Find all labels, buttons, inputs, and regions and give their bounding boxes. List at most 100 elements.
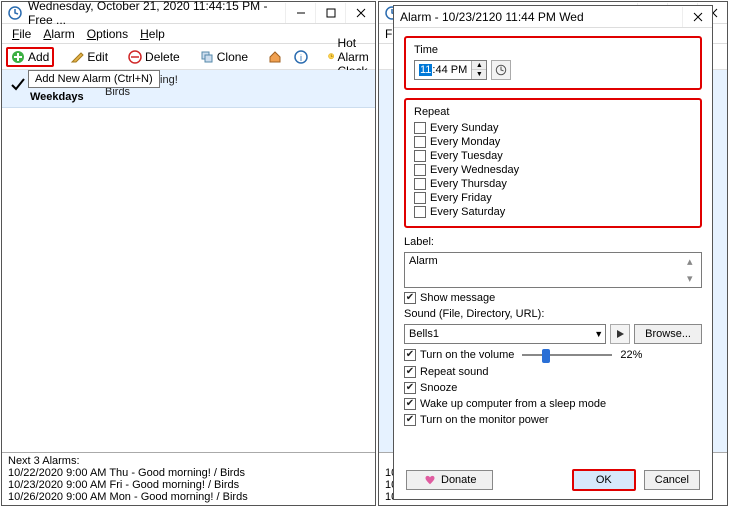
checkbox-icon[interactable]	[414, 122, 426, 134]
alarm-dialog: Alarm - 10/23/2120 11:44 PM Wed Time 11:…	[393, 5, 713, 500]
menu-options[interactable]: Options	[81, 25, 134, 43]
play-button[interactable]	[610, 324, 630, 344]
donate-button[interactable]: Donate	[406, 470, 493, 490]
alarm-list[interactable]: 9:00 AM Weekdays Good morning! Birds	[2, 70, 375, 452]
label-value: Alarm	[409, 255, 438, 267]
dialog-buttons: Donate OK Cancel	[394, 461, 712, 499]
menu-help[interactable]: Help	[134, 25, 171, 43]
close-button[interactable]	[345, 3, 375, 23]
repeat-monday[interactable]: Every Monday	[414, 136, 692, 148]
clone-button[interactable]: Clone	[196, 48, 252, 66]
time-spinners[interactable]: ▲ ▼	[471, 61, 486, 79]
next-alarm-line: 10/23/2020 9:00 AM Fri - Good morning! /…	[8, 479, 369, 491]
main-menubar: File Alarm Options Help	[2, 24, 375, 44]
repeat-sunday[interactable]: Every Sunday	[414, 122, 692, 134]
checkbox-icon[interactable]	[414, 164, 426, 176]
time-legend: Time	[414, 44, 692, 56]
checkbox-icon[interactable]	[404, 366, 416, 378]
show-message-check[interactable]: Show message	[404, 292, 702, 304]
dialog-titlebar: Alarm - 10/23/2120 11:44 PM Wed	[394, 6, 712, 28]
info-icon: i	[294, 50, 308, 64]
sound-label: Sound (File, Directory, URL):	[404, 308, 702, 320]
spin-up-icon[interactable]: ▲	[472, 61, 486, 70]
slider-thumb[interactable]	[542, 349, 550, 363]
volume-percent: 22%	[620, 349, 642, 361]
checkbox-icon[interactable]	[404, 414, 416, 426]
monitor-check[interactable]: Turn on the monitor power	[404, 414, 702, 426]
repeat-wednesday[interactable]: Every Wednesday	[414, 164, 692, 176]
svg-text:i: i	[300, 53, 302, 63]
next-alarms-block: Next 3 Alarms: 10/22/2020 9:00 AM Thu - …	[2, 452, 375, 505]
add-tooltip: Add New Alarm (Ctrl+N)	[28, 70, 160, 88]
sound-select[interactable]: Bells1 ▼	[404, 324, 606, 344]
add-button[interactable]: Add	[6, 47, 54, 67]
wake-check[interactable]: Wake up computer from a sleep mode	[404, 398, 702, 410]
menu-alarm[interactable]: Alarm	[37, 25, 80, 43]
repeat-legend: Repeat	[414, 106, 692, 118]
chevron-down-icon: ▼	[594, 329, 603, 339]
next-alarm-line: 10/26/2020 9:00 AM Mon - Good morning! /…	[8, 491, 369, 503]
info-button[interactable]: i	[290, 48, 312, 66]
clock-icon	[8, 6, 22, 20]
minimize-button[interactable]	[285, 3, 315, 23]
repeat-fieldset: Repeat Every Sunday Every Monday Every T…	[404, 98, 702, 228]
heart-icon	[423, 473, 437, 487]
repeat-thursday[interactable]: Every Thursday	[414, 178, 692, 190]
dialog-title: Alarm - 10/23/2120 11:44 PM Wed	[400, 10, 682, 24]
time-hour-sel: 11	[419, 64, 432, 76]
checkbox-icon[interactable]	[404, 382, 416, 394]
sound-value: Bells1	[409, 328, 439, 340]
delete-icon	[128, 50, 142, 64]
edit-button[interactable]: Edit	[66, 48, 112, 66]
checkbox-icon[interactable]	[414, 192, 426, 204]
alarm-enabled-check[interactable]	[10, 74, 30, 103]
main-titlebar: Wednesday, October 21, 2020 11:44:15 PM …	[2, 2, 375, 24]
time-now-button[interactable]	[491, 60, 511, 80]
clone-label: Clone	[217, 50, 248, 64]
dialog-close-button[interactable]	[682, 7, 712, 27]
slider-track	[522, 354, 612, 356]
checkbox-icon[interactable]	[404, 292, 416, 304]
menu-file[interactable]: File	[6, 25, 37, 43]
repeat-saturday[interactable]: Every Saturday	[414, 206, 692, 218]
time-input[interactable]: 11:44 PM ▲ ▼	[414, 60, 487, 80]
repeat-tuesday[interactable]: Every Tuesday	[414, 150, 692, 162]
delete-button[interactable]: Delete	[124, 48, 184, 66]
checkbox-icon[interactable]	[414, 206, 426, 218]
next-alarms-header: Next 3 Alarms:	[8, 455, 369, 467]
edit-icon	[70, 50, 84, 64]
label-label: Label:	[404, 236, 702, 248]
main-toolbar: Add Edit Delete Clone i Hot Alarm Clock	[2, 44, 375, 70]
edit-label: Edit	[87, 50, 108, 64]
checkbox-icon[interactable]	[414, 136, 426, 148]
add-icon	[11, 50, 25, 64]
textarea-scroll[interactable]: ▴▾	[687, 255, 699, 285]
home-button[interactable]	[264, 48, 286, 66]
checkbox-icon[interactable]	[414, 178, 426, 190]
dialog-body: Time 11:44 PM ▲ ▼ Repeat Every Sunday Ev…	[394, 28, 712, 461]
alarm-days: Weekdays	[30, 91, 105, 103]
ok-button[interactable]: OK	[572, 469, 636, 491]
maximize-button[interactable]	[315, 3, 345, 23]
repeat-sound-check[interactable]: Repeat sound	[404, 366, 702, 378]
checkbox-icon[interactable]	[414, 150, 426, 162]
checkbox-icon[interactable]	[404, 398, 416, 410]
browse-button[interactable]: Browse...	[634, 324, 702, 344]
home-icon	[268, 50, 282, 64]
add-label: Add	[28, 50, 49, 64]
main-title: Wednesday, October 21, 2020 11:44:15 PM …	[28, 0, 285, 27]
repeat-friday[interactable]: Every Friday	[414, 192, 692, 204]
time-rest: :44 PM	[432, 64, 467, 76]
cancel-button[interactable]: Cancel	[644, 470, 700, 490]
volume-slider[interactable]	[522, 348, 612, 362]
spin-down-icon[interactable]: ▼	[472, 70, 486, 79]
next-alarm-line: 10/22/2020 9:00 AM Thu - Good morning! /…	[8, 467, 369, 479]
clone-icon	[200, 50, 214, 64]
label-textarea[interactable]: Alarm ▴▾	[404, 252, 702, 288]
checkbox-icon[interactable]	[404, 349, 416, 361]
volume-check[interactable]: Turn on the volume	[404, 349, 514, 361]
hot-icon	[328, 50, 334, 64]
snooze-check[interactable]: Snooze	[404, 382, 702, 394]
delete-label: Delete	[145, 50, 180, 64]
time-fieldset: Time 11:44 PM ▲ ▼	[404, 36, 702, 90]
